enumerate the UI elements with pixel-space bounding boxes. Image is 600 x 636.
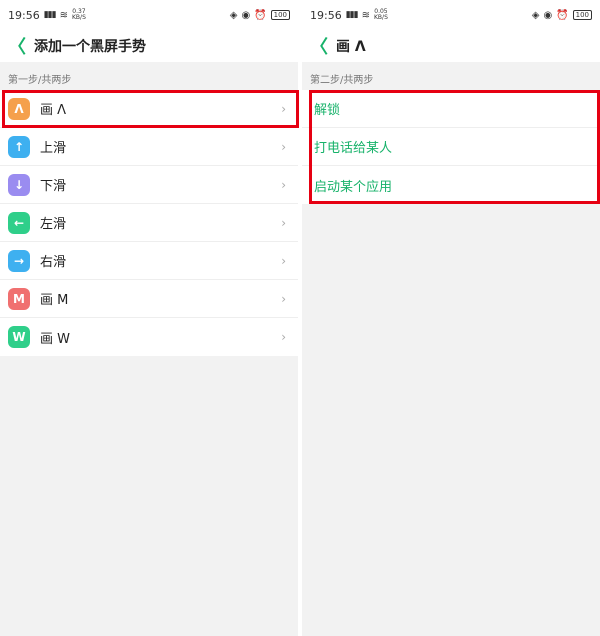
gesture-label: 下滑 [40, 179, 67, 194]
page-title: 添加一个黑屏手势 [34, 39, 146, 55]
network-speed-unit: KB/S [72, 14, 86, 21]
action-list: 解锁 打电话给某人 启动某个应用 [302, 90, 600, 204]
w-gesture-icon: W [8, 326, 30, 348]
wifi-icon: ≋ [361, 9, 370, 21]
top-bar: 〈 添加一个黑屏手势 [0, 30, 298, 62]
gesture-item-draw-w[interactable]: W 画 W › [0, 318, 298, 356]
alarm-clock-icon: ⏰ [254, 9, 267, 21]
status-time: 19:56 [8, 8, 40, 22]
vibrate-icon: ◈ [531, 9, 540, 21]
signal-icon: ▮▮▮ [345, 10, 359, 20]
status-time: 19:56 [310, 8, 342, 22]
gesture-item-draw-m[interactable]: M 画 M › [0, 280, 298, 318]
gesture-list: Λ 画 Λ › ↑ 上滑 › ↓ 下滑 › ← 左滑 › → 右滑 › M 画 … [0, 90, 298, 356]
m-gesture-icon: M [8, 287, 30, 310]
arrow-right-icon: → [8, 249, 30, 272]
gesture-label: 画 W [40, 331, 70, 347]
battery-icon: 100 [572, 10, 592, 20]
gesture-item-draw-lambda[interactable]: Λ 画 Λ › [0, 90, 298, 128]
network-speed-unit: KB/S [374, 14, 388, 21]
chevron-right-icon: › [281, 215, 286, 230]
signal-icon: ▮▮▮ [43, 10, 57, 20]
status-bar: 19:56 ▮▮▮ ≋ 0.05 KB/S ◈ ◉ ⏰ 100 [302, 0, 600, 30]
gesture-label: 右滑 [40, 255, 67, 270]
left-screen: 19:56 ▮▮▮ ≋ 0.37 KB/S ◈ ◉ ⏰ 100 〈 添加一个黑屏… [0, 0, 298, 636]
chevron-right-icon: › [281, 253, 286, 268]
arrow-down-icon: ↓ [8, 173, 30, 196]
status-bar: 19:56 ▮▮▮ ≋ 0.37 KB/S ◈ ◉ ⏰ 100 [0, 0, 298, 30]
chevron-right-icon: › [281, 139, 286, 154]
step-label: 第二步/共两步 [310, 75, 374, 86]
chevron-right-icon: › [281, 101, 286, 116]
battery-icon: 100 [270, 10, 290, 20]
dnd-icon: ◉ [543, 9, 553, 21]
network-speed: 0.37 KB/S [72, 9, 86, 21]
action-unlock[interactable]: 解锁 [302, 90, 600, 128]
back-chevron-icon[interactable]: 〈 [8, 33, 28, 59]
wifi-icon: ≋ [59, 9, 68, 21]
alarm-clock-icon: ⏰ [556, 9, 569, 21]
top-bar: 〈 画 Λ [302, 30, 600, 62]
lambda-gesture-icon: Λ [8, 97, 30, 120]
gesture-item-swipe-up[interactable]: ↑ 上滑 › [0, 128, 298, 166]
action-call-someone[interactable]: 打电话给某人 [302, 128, 600, 166]
page-title: 画 Λ [336, 39, 366, 55]
right-screen: 19:56 ▮▮▮ ≋ 0.05 KB/S ◈ ◉ ⏰ 100 〈 画 Λ 第二… [302, 0, 600, 636]
network-speed: 0.05 KB/S [374, 9, 388, 21]
gesture-item-swipe-left[interactable]: ← 左滑 › [0, 204, 298, 242]
action-launch-app[interactable]: 启动某个应用 [302, 166, 600, 204]
gesture-label: 左滑 [40, 217, 67, 232]
gesture-item-swipe-down[interactable]: ↓ 下滑 › [0, 166, 298, 204]
arrow-up-icon: ↑ [8, 135, 30, 158]
gesture-item-swipe-right[interactable]: → 右滑 › [0, 242, 298, 280]
chevron-right-icon: › [281, 177, 286, 192]
dnd-icon: ◉ [241, 9, 251, 21]
arrow-left-icon: ← [8, 211, 30, 234]
gesture-label: 上滑 [40, 141, 67, 156]
step-label: 第一步/共两步 [8, 75, 72, 86]
chevron-right-icon: › [281, 330, 286, 344]
gesture-label: 画 M [40, 293, 69, 308]
back-chevron-icon[interactable]: 〈 [310, 33, 330, 59]
gesture-label: 画 Λ [40, 103, 67, 118]
vibrate-icon: ◈ [229, 9, 238, 21]
chevron-right-icon: › [281, 291, 286, 306]
